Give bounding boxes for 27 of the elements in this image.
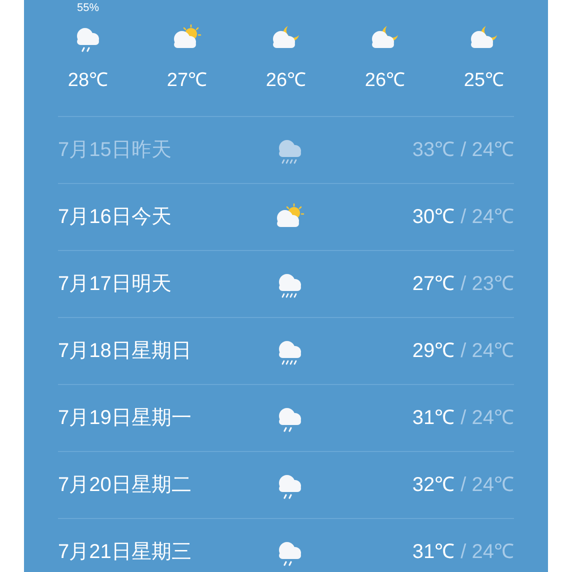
precipitation-chance: 55% [76, 3, 100, 14]
day-label: 7月17日明天 [58, 272, 172, 297]
day-label: 7月21日星期三 [58, 540, 192, 565]
low-temperature: / 24℃ [460, 205, 514, 230]
high-temperature: 29℃ [412, 339, 455, 364]
day-label: 7月18日星期日 [58, 339, 192, 364]
day-label: 7月19日星期一 [58, 406, 192, 431]
high-temperature: 31℃ [412, 406, 455, 431]
high-temperature: 31℃ [412, 540, 455, 565]
day-label: 7月16日今天 [58, 205, 172, 230]
low-temperature: / 24℃ [460, 473, 514, 498]
hourly-temperature: 26℃ [364, 70, 406, 92]
high-temperature: 30℃ [412, 205, 455, 230]
hourly-temperature: 25℃ [464, 70, 504, 92]
low-temperature: / 24℃ [460, 540, 514, 565]
hourly-temperature: 28℃ [68, 70, 108, 92]
high-temperature: 27℃ [412, 272, 455, 297]
low-temperature: / 24℃ [460, 138, 514, 163]
high-temperature: 32℃ [412, 473, 455, 498]
high-temperature: 33℃ [412, 138, 455, 163]
hourly-temperature: 27℃ [166, 70, 208, 92]
low-temperature: / 23℃ [460, 272, 514, 297]
low-temperature: / 24℃ [460, 406, 514, 431]
day-label: 7月15日昨天 [58, 138, 172, 163]
hourly-temperature: 26℃ [266, 70, 306, 92]
day-label: 7月20日星期二 [58, 473, 192, 498]
low-temperature: / 24℃ [460, 339, 514, 364]
